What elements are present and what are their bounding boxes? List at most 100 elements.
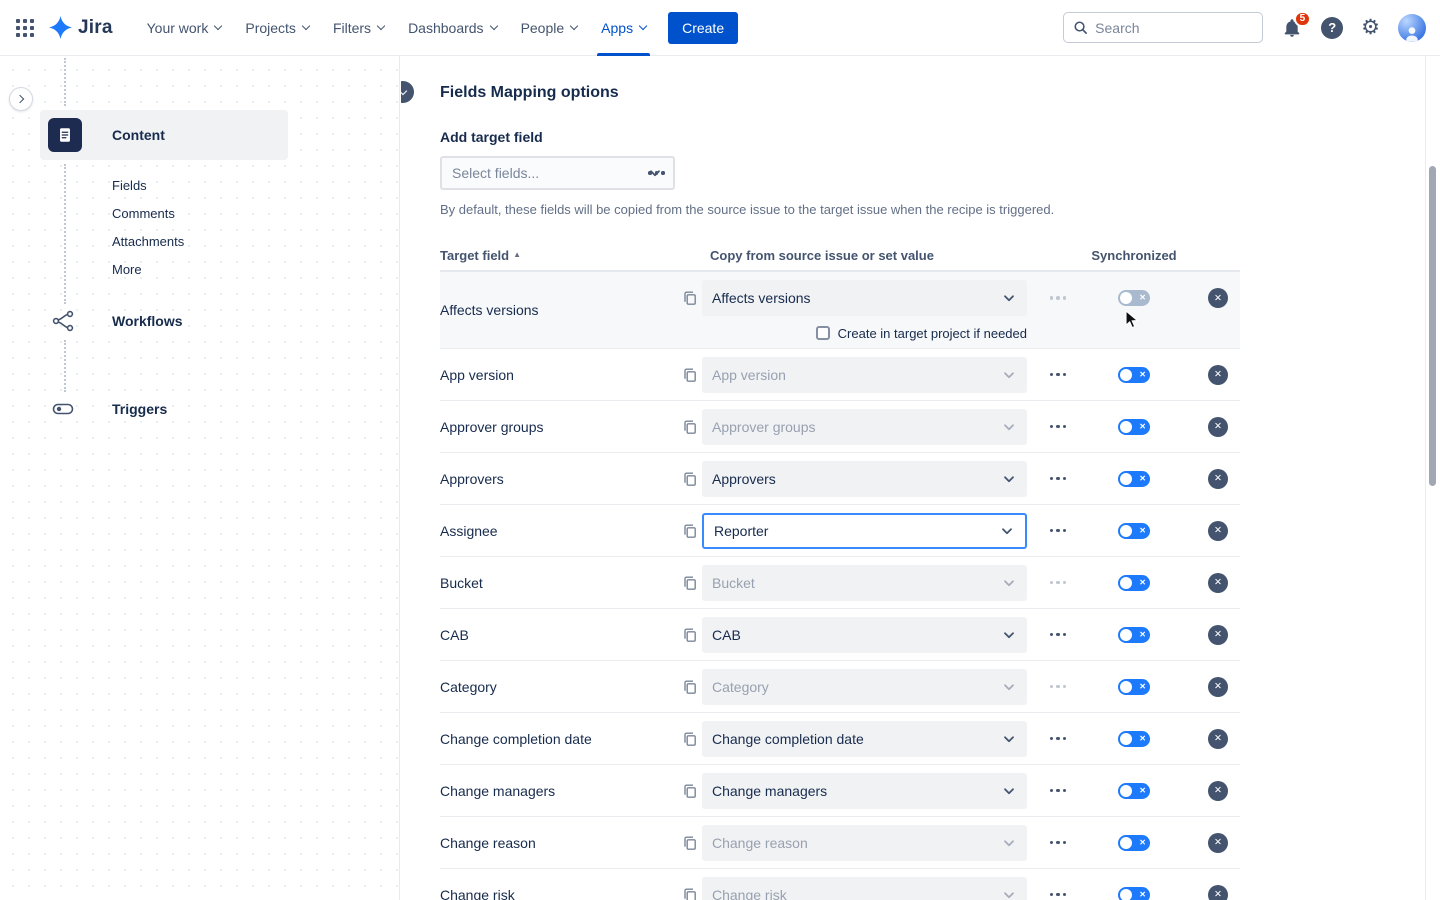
nav-item-projects[interactable]: Projects (233, 0, 321, 56)
row-more-button[interactable] (1046, 726, 1071, 752)
copy-icon[interactable] (682, 471, 702, 487)
copy-icon[interactable] (682, 575, 702, 591)
row-label: CAB (440, 627, 682, 643)
remove-field-button[interactable]: ✕ (1208, 833, 1228, 853)
remove-field-button[interactable]: ✕ (1208, 625, 1228, 645)
sync-toggle[interactable]: ✕ (1118, 419, 1150, 435)
row-more-button[interactable] (1046, 466, 1071, 492)
row-more-button[interactable] (1046, 570, 1071, 596)
row-select[interactable]: Change reason (702, 825, 1027, 861)
remove-field-button[interactable]: ✕ (1208, 365, 1228, 385)
remove-field-button[interactable]: ✕ (1208, 573, 1228, 593)
row-more-button[interactable] (1046, 674, 1071, 700)
sidebar-item-fields[interactable]: Fields (112, 178, 147, 193)
search-box[interactable] (1063, 12, 1263, 43)
copy-icon[interactable] (682, 290, 702, 306)
header-target-field[interactable]: Target field ▲ (440, 248, 682, 263)
row-select[interactable]: Reporter (702, 513, 1027, 549)
copy-icon[interactable] (682, 731, 702, 747)
toggle-off-x-icon: ✕ (1139, 422, 1146, 430)
sync-toggle[interactable]: ✕ (1118, 627, 1150, 643)
target-field-select[interactable]: Select fields... (440, 156, 675, 190)
copy-icon[interactable] (682, 367, 702, 383)
row-select[interactable]: Affects versions (702, 280, 1027, 316)
app-switcher-button[interactable] (16, 19, 34, 37)
row-select[interactable]: App version (702, 357, 1027, 393)
more-options-button[interactable] (644, 160, 669, 186)
expand-panel-button[interactable] (9, 87, 33, 111)
remove-field-button[interactable]: ✕ (1208, 521, 1228, 541)
copy-icon[interactable] (682, 835, 702, 851)
row-more-button[interactable] (1046, 622, 1071, 648)
nav-item-dashboards[interactable]: Dashboards (396, 0, 509, 56)
node-content[interactable]: Content (40, 110, 288, 160)
remove-field-button[interactable]: ✕ (1208, 729, 1228, 749)
sidebar-item-more[interactable]: More (112, 262, 142, 277)
remove-field-button[interactable]: ✕ (1208, 677, 1228, 697)
row-more-button[interactable] (1046, 285, 1071, 311)
row-more-button[interactable] (1046, 518, 1071, 544)
row-more-button[interactable] (1046, 882, 1071, 900)
node-triggers[interactable]: Triggers (112, 401, 167, 417)
remove-field-button[interactable]: ✕ (1208, 417, 1228, 437)
row-select[interactable]: Change completion date (702, 721, 1027, 757)
table-row: Affects versions Affects versions ✕ (440, 272, 1240, 349)
row-select[interactable]: Bucket (702, 565, 1027, 601)
search-input[interactable] (1095, 20, 1253, 36)
app-switcher-grid-icon (16, 19, 34, 37)
row-more-button[interactable] (1046, 778, 1071, 804)
create-button[interactable]: Create (668, 12, 738, 44)
row-select[interactable]: Approver groups (702, 409, 1027, 445)
row-select[interactable]: Change managers (702, 773, 1027, 809)
create-in-target-checkbox[interactable] (816, 326, 830, 340)
help-button[interactable]: ? (1321, 17, 1343, 39)
toggle-off-x-icon: ✕ (1139, 630, 1146, 638)
row-more-button[interactable] (1046, 830, 1071, 856)
copy-icon[interactable] (682, 627, 702, 643)
copy-icon[interactable] (682, 523, 702, 539)
toggle-off-x-icon: ✕ (1139, 838, 1146, 846)
avatar[interactable] (1398, 14, 1426, 42)
settings-button[interactable]: ⚙ (1361, 17, 1380, 38)
collapse-section-button[interactable] (401, 81, 414, 103)
sidebar-item-attachments[interactable]: Attachments (112, 234, 184, 249)
row-select[interactable]: Change risk (702, 877, 1027, 900)
remove-field-button[interactable]: ✕ (1208, 288, 1228, 308)
row-more-button[interactable] (1046, 414, 1071, 440)
remove-field-button[interactable]: ✕ (1208, 781, 1228, 801)
remove-field-button[interactable]: ✕ (1208, 469, 1228, 489)
sync-toggle[interactable]: ✕ (1118, 523, 1150, 539)
row-select-value: Change reason (712, 835, 808, 851)
copy-icon[interactable] (682, 419, 702, 435)
sync-toggle[interactable]: ✕ (1118, 367, 1150, 383)
nav-item-your-work[interactable]: Your work (135, 0, 234, 56)
nav-item-filters[interactable]: Filters (321, 0, 396, 56)
notifications-button[interactable]: 5 (1281, 17, 1303, 39)
row-select[interactable]: CAB (702, 617, 1027, 653)
copy-icon[interactable] (682, 679, 702, 695)
sync-toggle[interactable]: ✕ (1118, 887, 1150, 900)
fields-mapping-panel: Fields Mapping options Add target field … (401, 56, 1425, 900)
sync-toggle[interactable]: ✕ (1118, 575, 1150, 591)
jira-logo[interactable]: Jira (48, 15, 113, 40)
sync-toggle[interactable]: ✕ (1118, 835, 1150, 851)
sync-toggle[interactable]: ✕ (1118, 731, 1150, 747)
sync-toggle[interactable]: ✕ (1118, 290, 1150, 306)
node-workflows[interactable]: Workflows (112, 313, 183, 329)
nav-item-apps[interactable]: Apps (589, 0, 658, 56)
row-select[interactable]: Approvers (702, 461, 1027, 497)
scrollbar-thumb[interactable] (1429, 166, 1436, 486)
remove-field-button[interactable]: ✕ (1208, 885, 1228, 900)
sync-toggle[interactable]: ✕ (1118, 679, 1150, 695)
sidebar-item-comments[interactable]: Comments (112, 206, 175, 221)
row-more-button[interactable] (1046, 362, 1071, 388)
sync-toggle[interactable]: ✕ (1118, 471, 1150, 487)
sync-toggle[interactable]: ✕ (1118, 783, 1150, 799)
nav-item-people[interactable]: People (509, 0, 590, 56)
row-select[interactable]: Category (702, 669, 1027, 705)
copy-icon[interactable] (682, 887, 702, 900)
scrollbar-track[interactable] (1425, 56, 1440, 900)
row-select-value: Approvers (712, 471, 776, 487)
table-row: Category Category ✕ ✕ (440, 661, 1240, 713)
copy-icon[interactable] (682, 783, 702, 799)
